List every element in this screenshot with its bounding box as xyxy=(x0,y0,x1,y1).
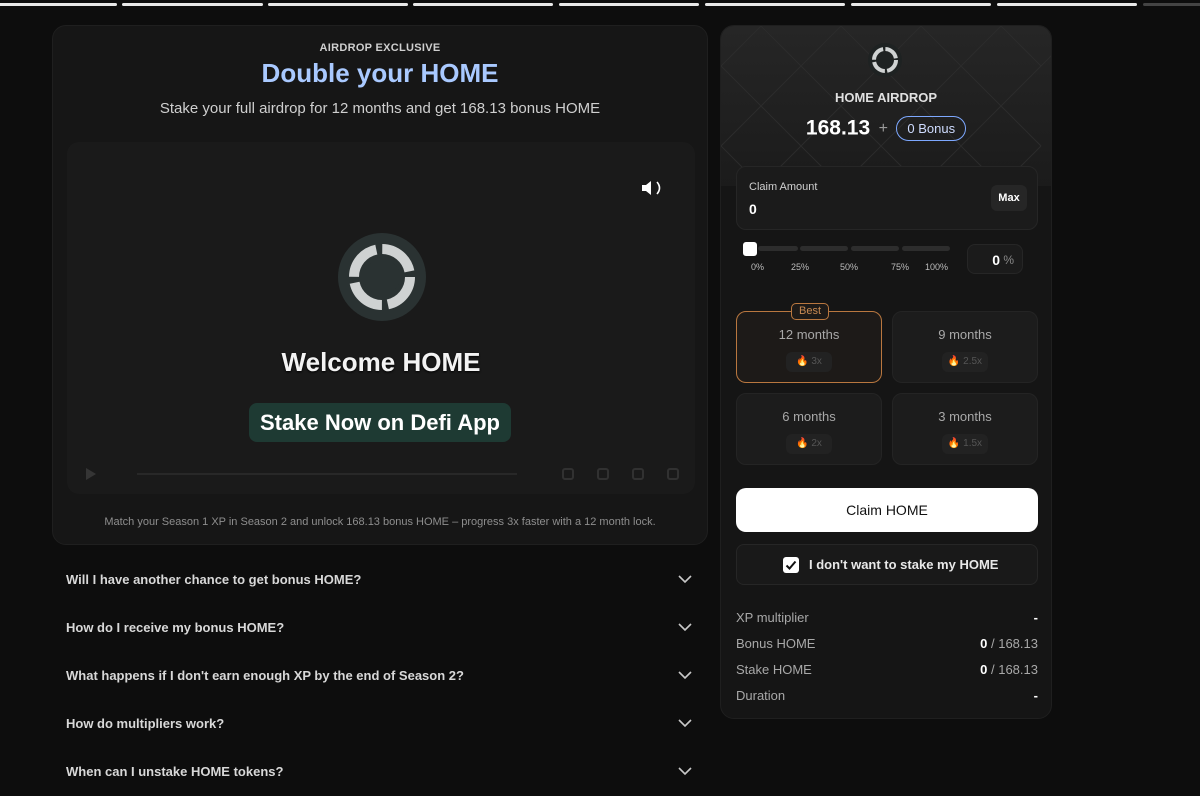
multiplier-badge: 🔥 2x xyxy=(786,434,832,454)
lock-option-6-months[interactable]: 6 months 🔥 2x xyxy=(736,393,882,465)
lock-option-12-months[interactable]: Best 12 months 🔥 3x xyxy=(736,303,882,383)
promo-video[interactable]: Welcome HOME Stake Now on Defi App xyxy=(67,142,695,494)
claim-amount-label: Claim Amount xyxy=(749,181,818,193)
video-welcome-text: Welcome HOME xyxy=(281,347,481,377)
lock-option-label: 6 months xyxy=(782,409,836,424)
chevron-down-icon xyxy=(678,575,692,584)
progress-segment xyxy=(997,3,1137,6)
promo-card: AIRDROP EXCLUSIVE Double your HOME Stake… xyxy=(52,25,708,545)
lock-option-label: 9 months xyxy=(938,327,992,342)
stat-value: - xyxy=(1033,688,1038,703)
stat-label: Stake HOME xyxy=(736,662,812,677)
percent-value: 0 xyxy=(992,252,1000,268)
stat-label: Duration xyxy=(736,688,786,703)
airdrop-title: HOME AIRDROP xyxy=(834,90,938,105)
faq-question: What happens if I don't earn enough XP b… xyxy=(66,668,464,683)
play-icon[interactable] xyxy=(85,468,97,480)
slider-tick: 50% xyxy=(840,262,859,272)
claim-home-button[interactable]: Claim HOME xyxy=(736,488,1038,532)
chevron-down-icon xyxy=(678,623,692,632)
lock-option-label: 3 months xyxy=(938,409,992,424)
video-controls xyxy=(67,460,695,488)
lock-option-label: 12 months xyxy=(778,327,840,342)
faq-item[interactable]: What happens if I don't earn enough XP b… xyxy=(52,652,708,700)
slider-thumb[interactable] xyxy=(743,242,757,256)
eyebrow-label: AIRDROP EXCLUSIVE xyxy=(319,42,441,54)
page-title: Double your HOME xyxy=(261,58,499,88)
home-logo-icon xyxy=(868,43,902,77)
check-icon xyxy=(785,560,797,570)
stat-value: 0 / 168.13 xyxy=(980,636,1038,651)
faq-item[interactable]: Will I have another chance to get bonus … xyxy=(52,556,708,604)
max-button[interactable]: Max xyxy=(991,185,1027,211)
progress-segment xyxy=(851,3,991,6)
slider-tick: 0% xyxy=(751,262,765,272)
video-scrubber[interactable] xyxy=(137,473,517,475)
faq-question: When can I unstake HOME tokens? xyxy=(66,764,284,779)
progress-segment xyxy=(122,3,263,6)
progress-strip xyxy=(0,3,1200,7)
stat-duration: Duration - xyxy=(736,688,1038,708)
multiplier-badge: 🔥 1.5x xyxy=(942,434,988,454)
slider-segment[interactable] xyxy=(851,246,899,251)
home-logo-icon xyxy=(338,233,426,321)
stat-label: Bonus HOME xyxy=(736,636,816,651)
no-stake-checkbox[interactable] xyxy=(783,557,799,573)
percent-unit: % xyxy=(1003,253,1014,267)
percent-slider[interactable]: 0% 25% 50% 75% 100% 0 % xyxy=(736,240,1038,288)
lock-option-9-months[interactable]: 9 months 🔥 2.5x xyxy=(892,311,1038,383)
volume-icon[interactable] xyxy=(639,178,665,198)
lock-option-3-months[interactable]: 3 months 🔥 1.5x xyxy=(892,393,1038,465)
faq-question: Will I have another chance to get bonus … xyxy=(66,572,362,587)
slider-tick: 75% xyxy=(891,262,910,272)
settings-icon[interactable] xyxy=(597,468,609,480)
slider-segment[interactable] xyxy=(902,246,950,251)
progress-segment xyxy=(559,3,699,6)
airdrop-amount-row: 168.13 + 0 Bonus xyxy=(721,116,1051,141)
percent-input[interactable]: 0 % xyxy=(967,244,1023,274)
progress-segment xyxy=(0,3,117,6)
progress-segment xyxy=(705,3,845,6)
claim-amount-input[interactable]: 0 xyxy=(749,201,757,217)
slider-tick: 100% xyxy=(925,262,949,272)
no-stake-label: I don't want to stake my HOME xyxy=(809,557,999,572)
slider-tick: 25% xyxy=(791,262,810,272)
chevron-down-icon xyxy=(678,767,692,776)
slider-segment[interactable] xyxy=(800,246,848,251)
multiplier-badge: 🔥 3x xyxy=(786,352,832,372)
stat-stake-home: Stake HOME 0 / 168.13 xyxy=(736,662,1038,682)
stat-xp-multiplier: XP multiplier - xyxy=(736,610,1038,630)
plus-sign: + xyxy=(878,119,888,137)
stat-value: 0 / 168.13 xyxy=(980,662,1038,677)
progress-segment xyxy=(413,3,553,6)
no-stake-toggle[interactable]: I don't want to stake my HOME xyxy=(736,544,1038,585)
fullscreen-icon[interactable] xyxy=(667,468,679,480)
promo-subtitle: Stake your full airdrop for 12 months an… xyxy=(159,100,601,117)
share-icon[interactable] xyxy=(632,468,644,480)
stat-label: XP multiplier xyxy=(736,610,809,625)
airdrop-panel: HOME AIRDROP 168.13 + 0 Bonus Claim Amou… xyxy=(720,25,1052,719)
faq-item[interactable]: When can I unstake HOME tokens? xyxy=(52,748,708,796)
bonus-badge: 0 Bonus xyxy=(896,116,967,141)
claim-amount-field[interactable]: Claim Amount 0 Max xyxy=(736,166,1038,230)
progress-segment xyxy=(1143,3,1200,6)
slider-segment[interactable] xyxy=(758,246,798,251)
match-note: Match your Season 1 XP in Season 2 and u… xyxy=(104,516,656,528)
stake-now-button[interactable]: Stake Now on Defi App xyxy=(249,403,511,442)
faq-question: How do I receive my bonus HOME? xyxy=(66,620,285,635)
captions-icon[interactable] xyxy=(562,468,574,480)
chevron-down-icon xyxy=(678,671,692,680)
multiplier-badge: 🔥 2.5x xyxy=(942,352,988,372)
faq-question: How do multipliers work? xyxy=(66,716,225,731)
progress-segment xyxy=(268,3,408,6)
stat-bonus-home: Bonus HOME 0 / 168.13 xyxy=(736,636,1038,656)
best-badge: Best xyxy=(791,303,829,320)
faq-item[interactable]: How do I receive my bonus HOME? xyxy=(52,604,708,652)
chevron-down-icon xyxy=(678,719,692,728)
stat-value: - xyxy=(1033,610,1038,625)
airdrop-amount: 168.13 xyxy=(805,116,871,140)
faq-item[interactable]: How do multipliers work? xyxy=(52,700,708,748)
